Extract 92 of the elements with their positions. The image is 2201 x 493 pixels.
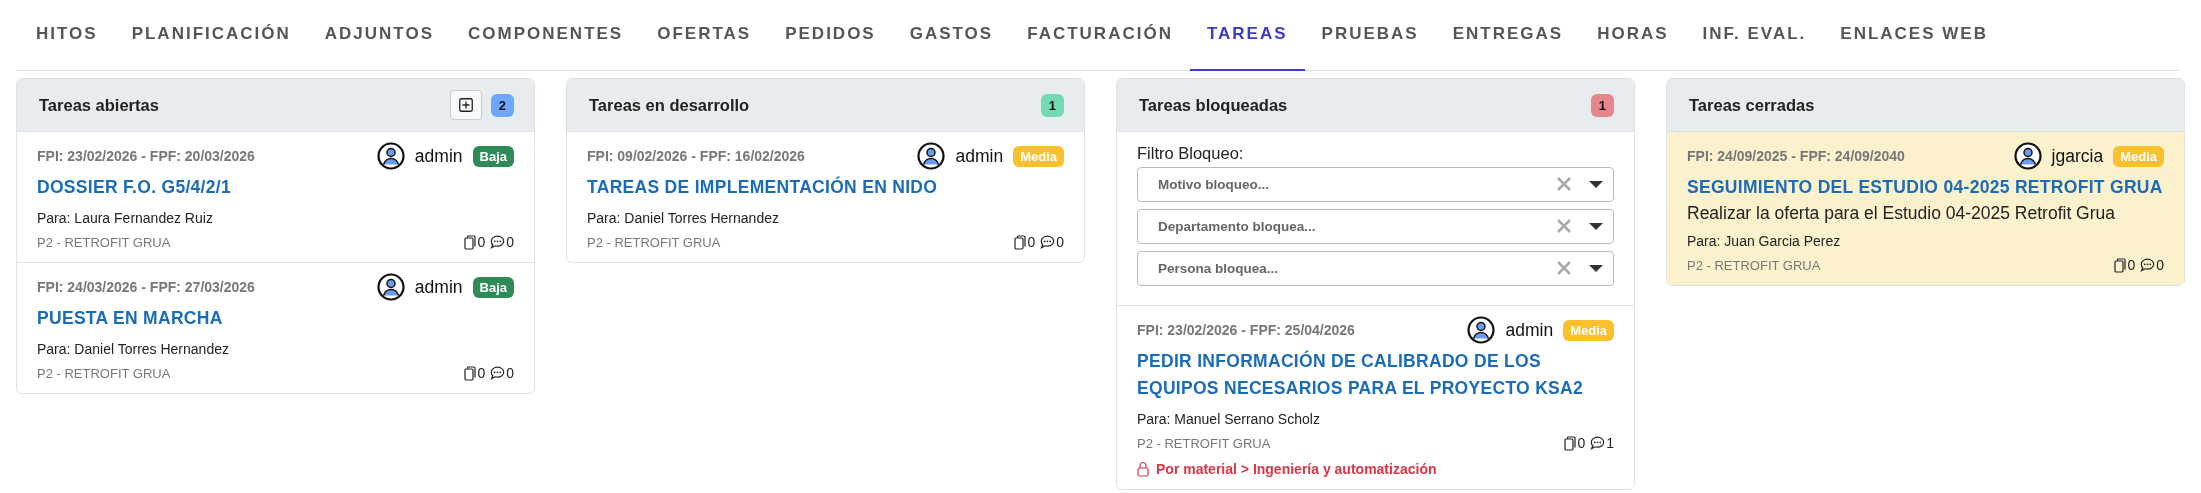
comment-icon: [490, 366, 506, 380]
tab[interactable]: PLANIFICACIÓN: [114, 0, 308, 71]
user-name: admin: [414, 276, 463, 298]
task-dates: FPI: 24/09/2025 - FPF: 24/09/2040: [1687, 147, 1905, 164]
attachment-count: 0: [1577, 435, 1586, 451]
task-card[interactable]: FPI: 24/09/2025 - FPF: 24/09/2040 jgarcia Media SEGUIMIENTO DEL ESTUDIO 04-2025 RETROFIT GRUA Realizar la oferta para el Estudio 04-2025 Retrofit Grua Para: Juan Garcia Perez P2 - RETROFIT GRUA 0 0: [1667, 132, 2184, 285]
select-field[interactable]: Persona bloquea...: [1137, 251, 1614, 286]
tab[interactable]: COMPONENTES: [451, 0, 641, 71]
task-title-link[interactable]: PUESTA EN MARCHA: [37, 305, 514, 332]
tab[interactable]: PEDIDOS: [768, 0, 893, 71]
task-card[interactable]: FPI: 24/03/2026 - FPF: 27/03/2026 admin Baja PUESTA EN MARCHA Para: Daniel Torres Hernandez P2 - RETROFIT GRUA 0 0: [17, 263, 534, 393]
task-title-link[interactable]: SEGUIMIENTO DEL ESTUDIO 04-2025 RETROFIT GRUA: [1687, 174, 2164, 201]
task-dates: FPI: 23/02/2026 - FPF: 25/04/2026: [1137, 321, 1355, 338]
caret-icon[interactable]: [1588, 263, 1604, 273]
attachment-count: 0: [1027, 234, 1036, 250]
project-label: P2 - RETROFIT GRUA: [37, 365, 171, 381]
priority-badge: Media: [2113, 145, 2164, 167]
comment-icon: [2140, 258, 2156, 272]
tab[interactable]: ADJUNTOS: [307, 0, 451, 71]
plus-square-icon: [458, 98, 473, 112]
user-name: jgarcia: [2051, 145, 2104, 167]
task-recipient: Para: Laura Fernandez Ruiz: [37, 210, 214, 226]
count-badge: 2: [490, 93, 514, 117]
comment-count: 0: [506, 365, 514, 381]
column-title: Tareas en desarrollo: [589, 95, 750, 115]
task-recipient: Para: Daniel Torres Hernandez: [37, 341, 230, 357]
task-recipient: Para: Manuel Serrano Scholz: [1137, 411, 1321, 427]
tab[interactable]: PRUEBAS: [1304, 0, 1436, 71]
filter-label: Filtro Bloqueo:: [1137, 144, 1245, 163]
copy-icon: [464, 365, 477, 381]
attachment-count: 0: [477, 365, 486, 381]
tab[interactable]: HITOS: [16, 0, 115, 71]
task-dates: FPI: 24/03/2026 - FPF: 27/03/2026: [37, 278, 255, 295]
tab[interactable]: INF. EVAL.: [1685, 0, 1824, 71]
count-badge: 1: [1590, 93, 1614, 117]
copy-icon: [2114, 257, 2127, 273]
priority-badge: Baja: [472, 145, 514, 167]
tab[interactable]: HORAS: [1580, 0, 1686, 71]
column-title: Tareas abiertas: [39, 95, 159, 115]
user-avatar-icon: [1467, 316, 1496, 344]
comment-count: 1: [1606, 435, 1614, 451]
user-avatar-icon: [376, 142, 405, 170]
tab[interactable]: TAREAS: [1189, 0, 1305, 71]
copy-icon: [464, 234, 477, 250]
caret-icon[interactable]: [1588, 179, 1604, 189]
project-label: P2 - RETROFIT GRUA: [37, 234, 171, 250]
column-title: Tareas bloqueadas: [1139, 95, 1288, 115]
caret-icon[interactable]: [1588, 221, 1604, 231]
add-button[interactable]: [449, 90, 482, 120]
copy-icon: [1564, 435, 1577, 451]
task-recipient: Para: Daniel Torres Hernandez: [587, 210, 780, 226]
user-avatar-icon: [376, 273, 405, 301]
comment-icon: [1040, 235, 1056, 249]
task-description: Realizar la oferta para el Estudio 04-2025 Retrofit Grua: [1687, 203, 2116, 224]
user-avatar-icon: [917, 142, 946, 170]
task-title-link[interactable]: DOSSIER F.O. G5/4/2/1: [37, 174, 514, 201]
tab[interactable]: GASTOS: [892, 0, 1011, 71]
user-avatar-icon: [2013, 142, 2042, 170]
project-label: P2 - RETROFIT GRUA: [1687, 257, 1821, 273]
select-field[interactable]: Motivo bloqueo...: [1137, 167, 1614, 202]
select-field[interactable]: Departamento bloquea...: [1137, 209, 1614, 244]
task-title-link[interactable]: TAREAS DE IMPLEMENTACIÓN EN NIDO: [587, 174, 1064, 201]
priority-badge: Media: [1563, 319, 1614, 341]
comment-icon: [490, 235, 506, 249]
attachment-count: 0: [477, 234, 486, 250]
tab[interactable]: FACTURACIÓN: [1010, 0, 1190, 71]
comment-count: 0: [506, 234, 514, 250]
task-recipient: Para: Juan Garcia Perez: [1687, 233, 1842, 249]
tab[interactable]: ENLACES WEB: [1823, 0, 2005, 71]
column-title: Tareas cerradas: [1689, 95, 1815, 115]
user-name: admin: [414, 145, 463, 167]
comment-icon: [1590, 436, 1606, 450]
user-name: admin: [955, 145, 1004, 167]
tab[interactable]: ENTREGAS: [1435, 0, 1581, 71]
lock-icon: [1137, 461, 1149, 477]
comment-count: 0: [1056, 234, 1064, 250]
block-reason: Por material > Ingeniería y automatización: [1156, 461, 1437, 477]
task-title-link[interactable]: PEDIR INFORMACIÓN DE CALIBRADO DE LOS EQUIPOS NECESARIOS PARA EL PROYECTO KSA2: [1137, 348, 1614, 402]
tab[interactable]: OFERTAS: [640, 0, 769, 71]
attachment-count: 0: [2127, 257, 2136, 273]
project-label: P2 - RETROFIT GRUA: [587, 234, 721, 250]
project-label: P2 - RETROFIT GRUA: [1137, 435, 1271, 451]
user-name: admin: [1505, 319, 1554, 341]
task-dates: FPI: 23/02/2026 - FPF: 20/03/2026: [37, 147, 255, 164]
priority-badge: Baja: [472, 276, 514, 298]
priority-badge: Media: [1013, 145, 1064, 167]
comment-count: 0: [2156, 257, 2164, 273]
task-card[interactable]: FPI: 09/02/2026 - FPF: 16/02/2026 admin Media TAREAS DE IMPLEMENTACIÓN EN NIDO Para: Daniel Torres Hernandez P2 - RETROFIT GRUA 0 0: [567, 132, 1084, 262]
task-dates: FPI: 09/02/2026 - FPF: 16/02/2026: [587, 147, 805, 164]
task-card[interactable]: FPI: 23/02/2026 - FPF: 20/03/2026 admin Baja DOSSIER F.O. G5/4/2/1 Para: Laura Fernandez Ruiz P2 - RETROFIT GRUA 0 0: [17, 132, 534, 263]
copy-icon: [1014, 234, 1027, 250]
count-badge: 1: [1040, 93, 1064, 117]
